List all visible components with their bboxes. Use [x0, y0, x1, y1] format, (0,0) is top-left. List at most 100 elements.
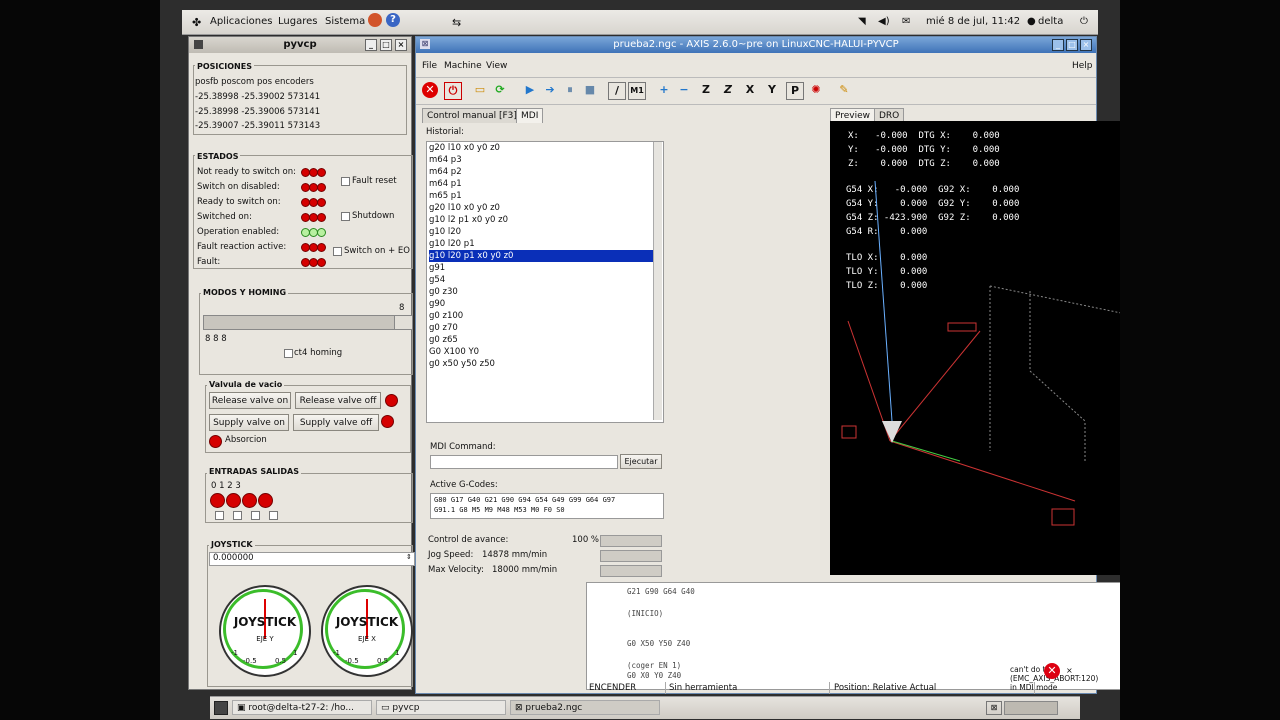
clear-plot-icon[interactable]: ✎	[836, 82, 852, 98]
close-icon[interactable]: ×	[1080, 39, 1092, 51]
history-item[interactable]: g54	[429, 274, 657, 286]
view-p-icon[interactable]: P	[786, 82, 804, 100]
minimize-icon[interactable]: _	[1052, 39, 1064, 51]
network-launcher-icon[interactable]: ⇆	[452, 16, 461, 29]
wifi-icon[interactable]: ◥	[858, 16, 866, 27]
ejecutar-button[interactable]: Ejecutar	[620, 454, 662, 469]
user-name[interactable]: delta	[1038, 16, 1063, 27]
history-item[interactable]: m65 p1	[429, 190, 657, 202]
menu-view[interactable]: View	[486, 61, 507, 71]
minimize-icon[interactable]: _	[365, 39, 377, 51]
history-item[interactable]: m64 p2	[429, 166, 657, 178]
shutdown-checkbox[interactable]	[341, 212, 350, 221]
menu-applications[interactable]: Aplicaciones	[210, 16, 272, 27]
gnome-foot-icon[interactable]: ✤	[192, 16, 201, 29]
stop-icon[interactable]: ■	[582, 82, 598, 98]
workspace-switcher[interactable]	[1004, 701, 1058, 715]
maximize-icon[interactable]: □	[380, 39, 392, 51]
estop-icon[interactable]: ✕	[422, 82, 438, 98]
firefox-icon[interactable]	[368, 13, 382, 27]
mdi-command-input[interactable]	[430, 455, 618, 469]
rotate-view-icon[interactable]: ✺	[808, 82, 824, 98]
jog-speed-slider[interactable]	[600, 550, 662, 562]
history-item[interactable]: g90	[429, 298, 657, 310]
history-item[interactable]: g0 x50 y50 z50	[429, 358, 657, 370]
joystick-value-spinbox[interactable]: 0.000000 ⇕	[209, 552, 415, 566]
open-file-icon[interactable]: ▭	[472, 82, 488, 98]
close-icon[interactable]: ×	[395, 39, 407, 51]
history-item[interactable]: g0 z70	[429, 322, 657, 334]
spin-arrows-icon[interactable]: ⇕	[406, 553, 412, 561]
view-z2-icon[interactable]: Z	[720, 82, 736, 98]
history-item-selected[interactable]: g10 l20 p1 x0 y0 z0	[429, 250, 657, 262]
run-icon[interactable]: ▶	[522, 82, 538, 98]
menu-help[interactable]: Help	[1072, 61, 1093, 71]
output-checkbox[interactable]	[215, 511, 224, 520]
history-item[interactable]: m64 p3	[429, 154, 657, 166]
menu-machine[interactable]: Machine	[444, 61, 482, 71]
history-item[interactable]: g0 z30	[429, 286, 657, 298]
show-desktop-icon[interactable]	[214, 701, 228, 715]
view-y-icon[interactable]: Y	[764, 82, 780, 98]
preview-canvas[interactable]: X: -0.000 DTG X: 0.000 Y: -0.000 DTG Y: …	[830, 121, 1120, 575]
supply-valve-on-button[interactable]: Supply valve on	[209, 414, 289, 431]
maximize-icon[interactable]: □	[1066, 39, 1078, 51]
gauge-axis: EJE Y	[256, 635, 274, 643]
history-item[interactable]: g10 l20 p1	[429, 238, 657, 250]
optional-stop-icon[interactable]: M1	[628, 82, 646, 100]
axis-app-icon[interactable]: ⊠	[420, 39, 430, 49]
workspace-icon[interactable]: ⊠	[986, 701, 1002, 715]
clock[interactable]: mié 8 de jul, 11:42	[926, 16, 1020, 27]
output-checkbox[interactable]	[233, 511, 242, 520]
posiciones-row: -25.38998 -25.39006 573141	[195, 107, 321, 117]
history-item[interactable]: m64 p1	[429, 178, 657, 190]
zoom-out-icon[interactable]: −	[676, 82, 692, 98]
taskbar-item-axis[interactable]: ⊠ prueba2.ngc	[510, 700, 660, 715]
view-x-icon[interactable]: X	[742, 82, 758, 98]
step-icon[interactable]: ➔	[542, 82, 558, 98]
history-item[interactable]: G0 X100 Y0	[429, 346, 657, 358]
power-icon[interactable]: ⏻	[1080, 16, 1088, 27]
release-valve-on-button[interactable]: Release valve on	[209, 392, 291, 409]
history-item[interactable]: g20 l10 x0 y0 z0	[429, 142, 657, 154]
pause-icon[interactable]: ⏸	[562, 82, 578, 98]
supply-valve-off-button[interactable]: Supply valve off	[293, 414, 379, 431]
block-delete-icon[interactable]: /	[608, 82, 626, 100]
fault-reset-checkbox[interactable]	[341, 177, 350, 186]
homing-checkbox[interactable]	[284, 349, 293, 358]
history-scrollbar[interactable]	[653, 142, 662, 420]
history-item[interactable]: g0 z65	[429, 334, 657, 346]
feed-override-slider[interactable]	[600, 535, 662, 547]
history-item[interactable]: g20 l10 x0 y0 z0	[429, 202, 657, 214]
output-checkbox[interactable]	[251, 511, 260, 520]
max-velocity-slider[interactable]	[600, 565, 662, 577]
tab-mdi[interactable]: MDI	[516, 108, 544, 123]
taskbar-item-pyvcp[interactable]: ▭ pyvcp	[376, 700, 506, 715]
axis-titlebar[interactable]: ⊠ prueba2.ngc - AXIS 2.6.0~pre on LinuxC…	[416, 37, 1096, 53]
view-z-icon[interactable]: Z	[698, 82, 714, 98]
pyvcp-titlebar[interactable]: pyvcp _ □ ×	[189, 37, 411, 53]
absorcion-label: Absorcion	[225, 435, 267, 445]
output-checkbox[interactable]	[269, 511, 278, 520]
mail-icon[interactable]: ✉	[902, 16, 910, 27]
dismiss-error-icon[interactable]: ×	[1066, 666, 1073, 675]
taskbar-item-terminal[interactable]: ▣ root@delta-t27-2: /ho...	[232, 700, 372, 715]
reload-icon[interactable]: ⟳	[492, 82, 508, 98]
history-item[interactable]: g10 l2 p1 x0 y0 z0	[429, 214, 657, 226]
history-item[interactable]: g0 z100	[429, 310, 657, 322]
tab-control-manual[interactable]: Control manual [F3]	[422, 108, 522, 123]
release-valve-off-button[interactable]: Release valve off	[295, 392, 381, 409]
history-item[interactable]: g10 l20	[429, 226, 657, 238]
modos-slider[interactable]	[203, 315, 413, 330]
power-icon[interactable]: ⏻	[444, 82, 462, 100]
menu-file[interactable]: File	[422, 61, 437, 71]
slider-handle[interactable]	[394, 316, 412, 329]
menu-system[interactable]: Sistema	[325, 16, 365, 27]
mdi-history-list[interactable]: g20 l10 x0 y0 z0 m64 p3 m64 p2 m64 p1 m6…	[426, 141, 664, 423]
help-icon[interactable]: ?	[386, 13, 400, 27]
history-item[interactable]: g91	[429, 262, 657, 274]
zoom-in-icon[interactable]: +	[656, 82, 672, 98]
volume-icon[interactable]: ◀)	[878, 16, 890, 27]
menu-places[interactable]: Lugares	[278, 16, 317, 27]
switch-on-eo-checkbox[interactable]	[333, 247, 342, 256]
